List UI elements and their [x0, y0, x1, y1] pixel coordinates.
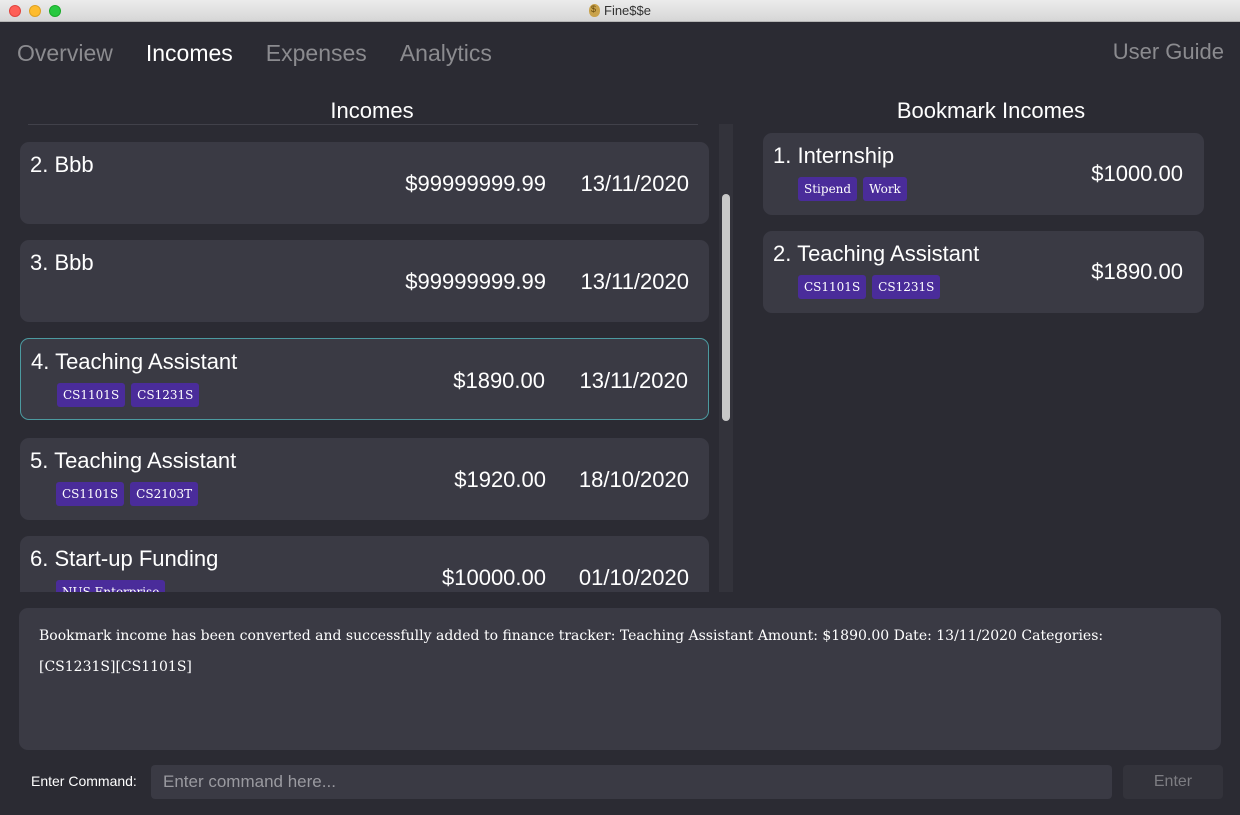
- income-tags: CS1101S CS2103T: [56, 482, 199, 506]
- category-tag: CS1231S: [872, 275, 941, 299]
- incomes-scrollbar-thumb[interactable]: [722, 194, 730, 421]
- category-tag: CS1231S: [131, 383, 200, 407]
- tab-expenses[interactable]: Expenses: [266, 40, 367, 67]
- category-tag: Work: [863, 177, 907, 201]
- bookmark-tags: Stipend Work: [798, 177, 907, 201]
- income-card[interactable]: 6. Start-up Funding NUS Enterprise $1000…: [20, 536, 709, 592]
- income-date: 13/11/2020: [579, 368, 688, 393]
- category-tag: NUS Enterprise: [56, 580, 166, 592]
- bookmark-panel-title: Bookmark Incomes: [896, 98, 1086, 123]
- incomes-title-divider: [28, 124, 698, 125]
- income-tags: NUS Enterprise: [56, 580, 166, 592]
- bookmark-amount: $1000.00: [1091, 161, 1183, 186]
- window-title: Fine$$e: [604, 3, 651, 18]
- category-tag: Stipend: [798, 177, 858, 201]
- result-line: [CS1231S][CS1101S]: [39, 659, 192, 675]
- bookmark-name: 1. Internship: [773, 143, 895, 168]
- income-amount: $10000.00: [442, 565, 546, 590]
- income-name: 6. Start-up Funding: [30, 546, 219, 571]
- income-date: 01/10/2020: [578, 565, 689, 590]
- income-amount: $99999999.99: [405, 171, 546, 196]
- money-bag-icon: [589, 4, 600, 17]
- enter-button[interactable]: Enter: [1123, 765, 1223, 799]
- bookmark-name: 2. Teaching Assistant: [773, 241, 980, 266]
- category-tag: CS1101S: [56, 482, 125, 506]
- app-window: Overview Incomes Expenses Analytics User…: [0, 22, 1240, 815]
- income-card[interactable]: 3. Bbb $99999999.99 13/11/2020: [20, 240, 709, 322]
- income-name: 4. Teaching Assistant: [31, 349, 238, 374]
- result-display: Bookmark income has been converted and s…: [19, 608, 1221, 750]
- income-name: 2. Bbb: [30, 152, 94, 177]
- income-amount: $1920.00: [454, 467, 546, 492]
- income-name: 5. Teaching Assistant: [30, 448, 237, 473]
- income-date: 13/11/2020: [580, 171, 689, 196]
- bookmark-tags: CS1101S CS1231S: [798, 275, 941, 299]
- tab-analytics[interactable]: Analytics: [400, 40, 492, 67]
- income-card[interactable]: 2. Bbb $99999999.99 13/11/2020: [20, 142, 709, 224]
- category-tag: CS2103T: [130, 482, 199, 506]
- income-amount: $1890.00: [453, 368, 545, 393]
- category-tag: CS1101S: [798, 275, 867, 299]
- income-name: 3. Bbb: [30, 250, 94, 275]
- income-card[interactable]: 5. Teaching Assistant CS1101S CS2103T $1…: [20, 438, 709, 520]
- title-bar: Fine$$e: [0, 0, 1240, 22]
- command-label: Enter Command:: [31, 773, 137, 789]
- result-line: Bookmark income has been converted and s…: [39, 628, 1104, 644]
- tab-incomes[interactable]: Incomes: [146, 40, 233, 67]
- income-amount: $99999999.99: [405, 269, 546, 294]
- income-date: 13/11/2020: [580, 269, 689, 294]
- income-date: 18/10/2020: [578, 467, 689, 492]
- category-tag: CS1101S: [57, 383, 126, 407]
- incomes-list[interactable]: 2. Bbb $99999999.99 13/11/2020 3. Bbb $9…: [18, 132, 712, 592]
- command-input[interactable]: [151, 765, 1112, 799]
- income-tags: CS1101S CS1231S: [57, 383, 200, 407]
- tab-overview[interactable]: Overview: [17, 40, 113, 67]
- user-guide-button[interactable]: User Guide: [1113, 39, 1224, 65]
- bookmark-income-card[interactable]: 1. Internship Stipend Work $1000.00: [763, 133, 1204, 215]
- window-title-wrap: Fine$$e: [0, 3, 1240, 18]
- tab-bar: Overview Incomes Expenses Analytics: [17, 40, 492, 67]
- incomes-panel-title: Incomes: [330, 98, 414, 123]
- income-card-selected[interactable]: 4. Teaching Assistant CS1101S CS1231S $1…: [20, 338, 709, 420]
- bookmark-income-card[interactable]: 2. Teaching Assistant CS1101S CS1231S $1…: [763, 231, 1204, 313]
- bookmark-amount: $1890.00: [1091, 259, 1183, 284]
